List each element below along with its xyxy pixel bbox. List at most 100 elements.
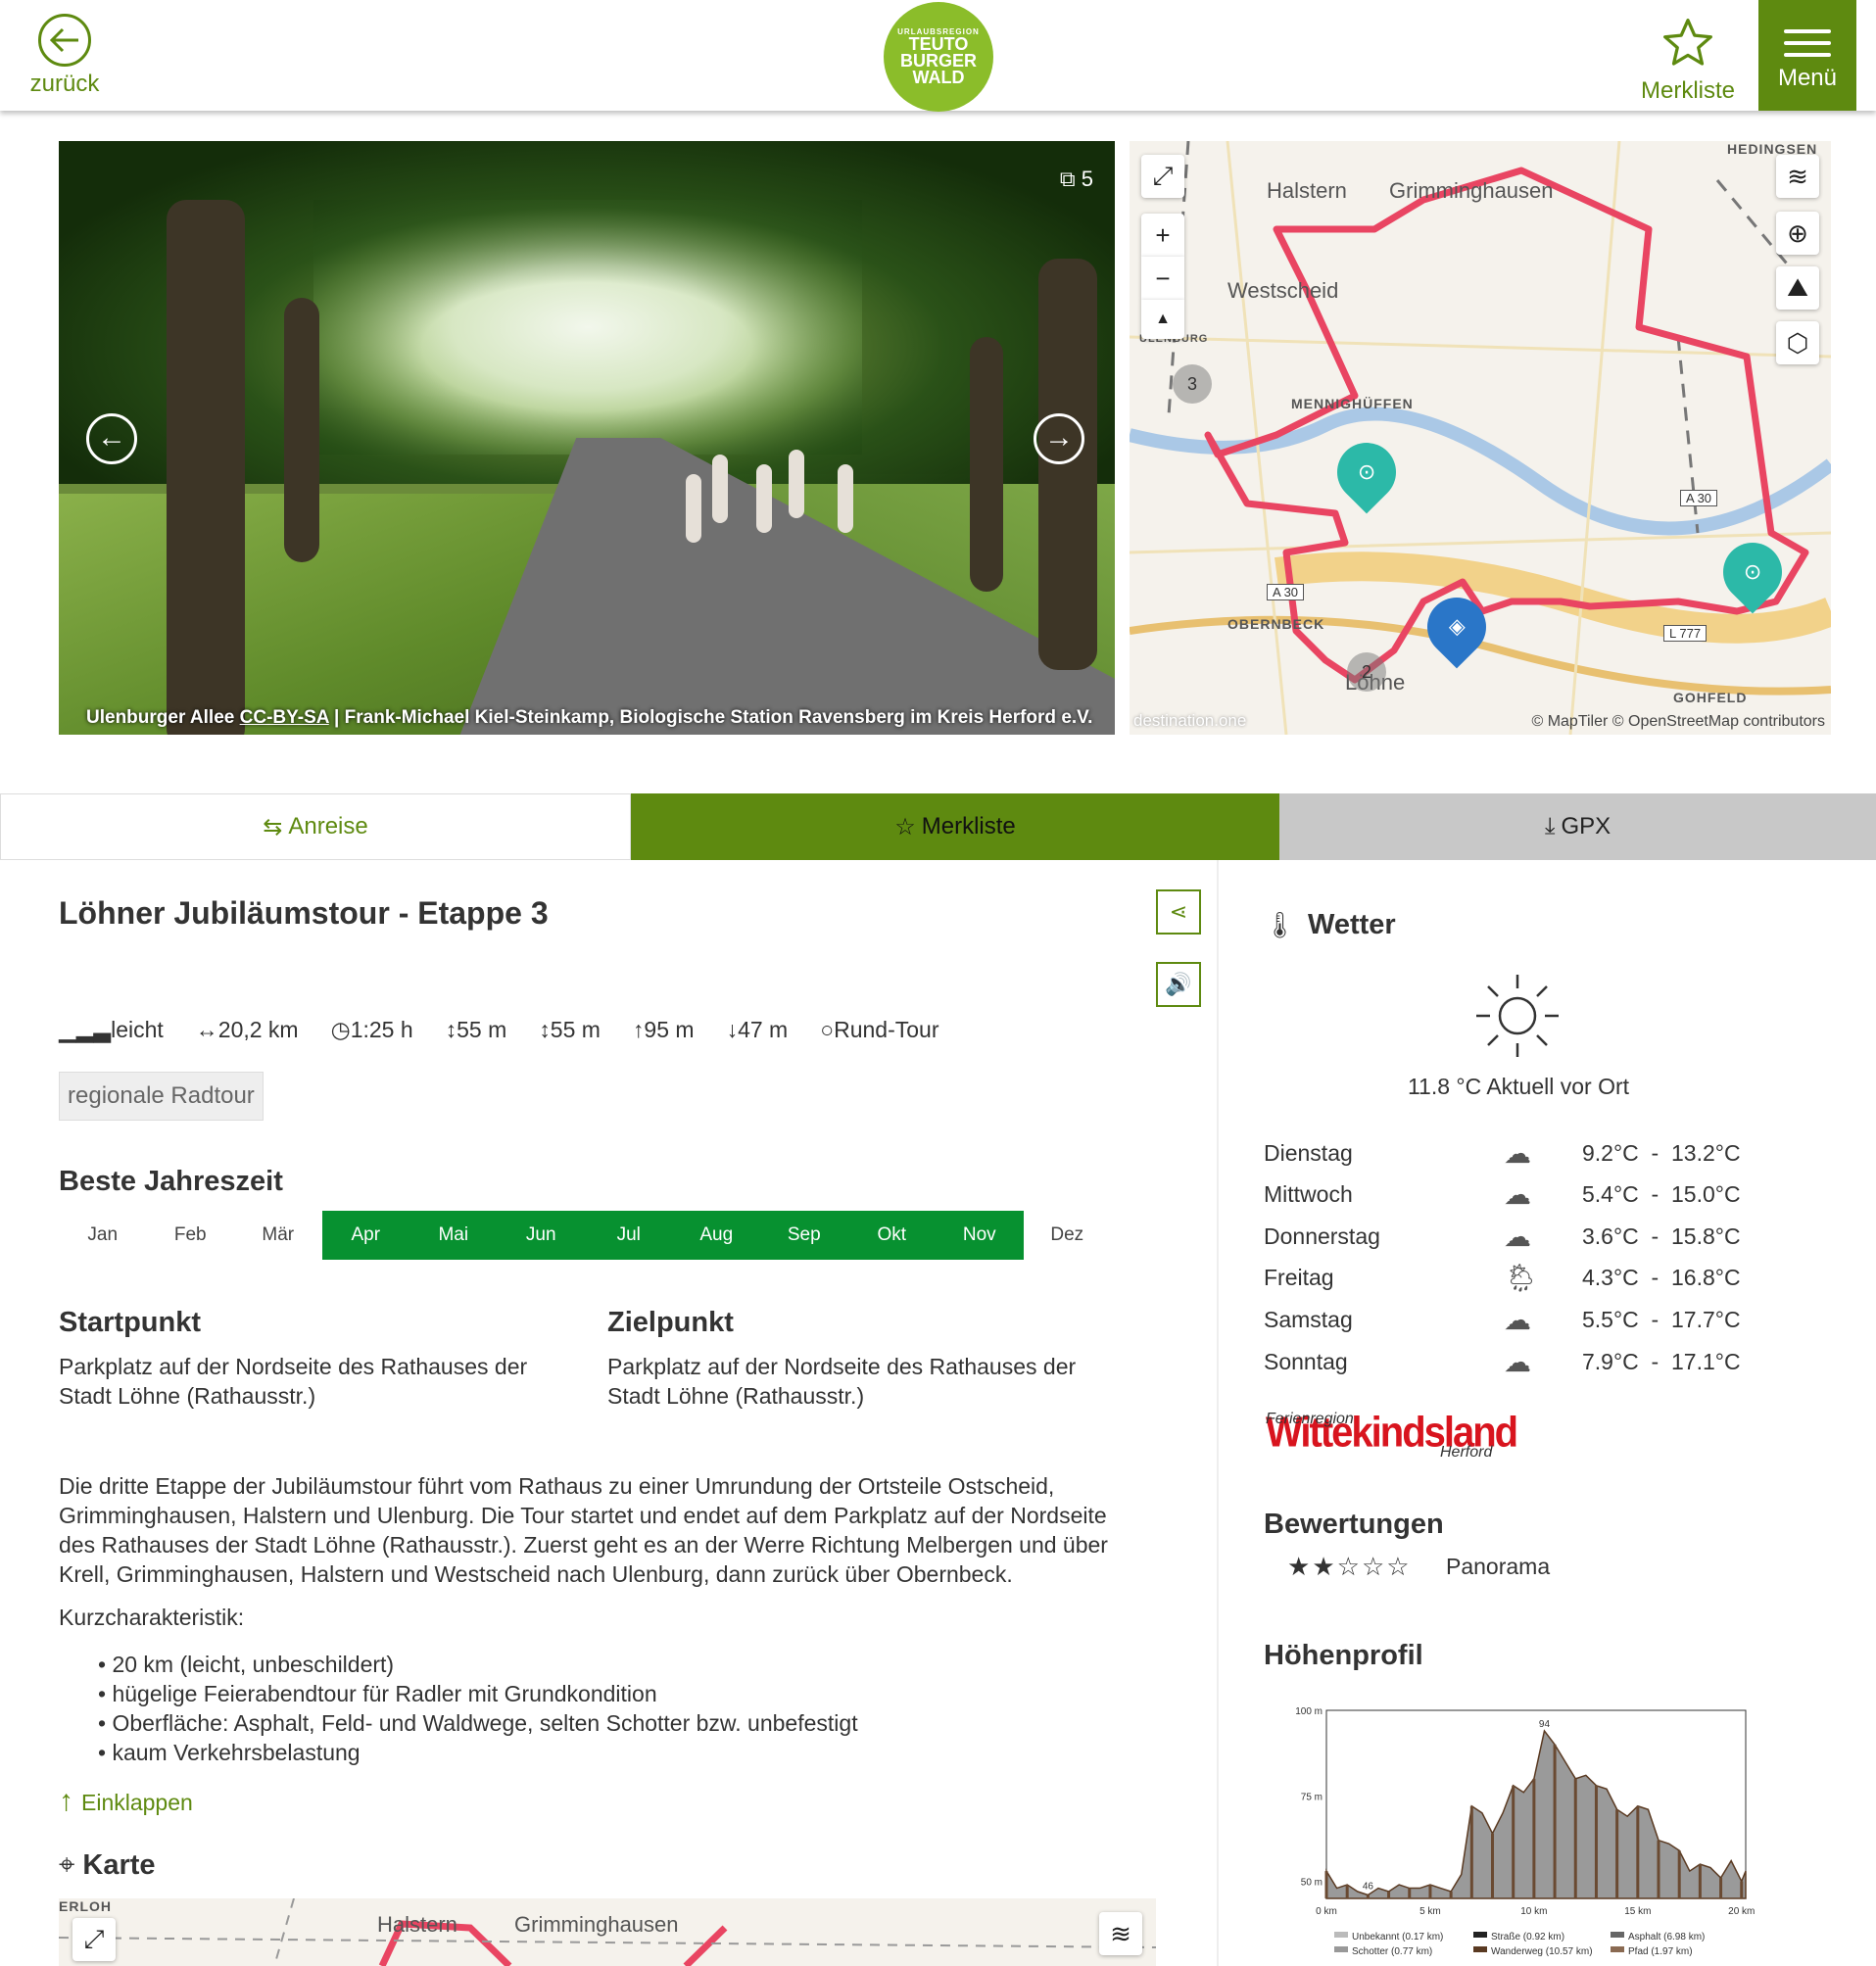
speaker-icon: 🔊 (1165, 972, 1192, 996)
map-attribution[interactable]: © MapTiler © OpenStreetMap contributors (1531, 713, 1825, 731)
map-label-mennighueffen: MENNIGHÜFFEN (1291, 396, 1414, 411)
photo-tree-trunk (970, 337, 1003, 592)
y-tick-label: 50 m (1301, 1878, 1323, 1889)
map-base (1130, 141, 1831, 735)
tour-map[interactable]: Halstern Grimminghausen Westscheid MENNI… (1130, 141, 1831, 735)
photo-gallery[interactable]: ⧉ 5 ← → Ulenburger Allee CC-BY-SA | Fran… (59, 141, 1115, 735)
gpx-download-button[interactable]: ⤓ GPX (1279, 793, 1876, 860)
list-item: hügelige Feierabendtour für Radler mit G… (98, 1679, 858, 1708)
y-tick-label: 75 m (1301, 1792, 1323, 1802)
map2-label: ERLOH (59, 1898, 112, 1914)
x-tick-label: 0 km (1316, 1906, 1337, 1917)
prev-photo-button[interactable]: ← (86, 413, 137, 464)
weather-day: Donnerstag (1264, 1223, 1380, 1249)
weather-temp-range: 5.5°C - 17.7°C (1582, 1306, 1741, 1332)
photo-count: ⧉ 5 (1060, 167, 1093, 192)
map-label-obernbeck: OBERNBECK (1227, 616, 1325, 632)
merkliste-button[interactable]: ☆ Merkliste (631, 793, 1279, 860)
menu-label: Menü (1777, 65, 1838, 91)
weather-min: 9.2°C (1582, 1139, 1639, 1166)
fullscreen-button[interactable]: ⤢ (1141, 155, 1184, 198)
legend-swatch (1334, 1932, 1348, 1938)
thermometer-icon: 🌡 (1264, 910, 1297, 939)
map-cluster[interactable]: 2 (1347, 652, 1386, 692)
download-icon: ⤓ (1544, 813, 1556, 839)
elevation-button[interactable]: ⛰ (1776, 266, 1819, 310)
north-arrow-icon: ▲ (1155, 311, 1171, 327)
weather-min: 5.5°C (1582, 1306, 1639, 1332)
x-tick-label: 15 km (1624, 1906, 1651, 1917)
anreise-button[interactable]: ⇆ Anreise (0, 793, 631, 860)
month-sep: Sep (760, 1211, 848, 1260)
menu-button[interactable]: Menü (1758, 0, 1856, 111)
stat-type: ○Rund-Tour (820, 1017, 938, 1043)
list-item: kaum Verkehrsbelastung (98, 1738, 858, 1767)
secondary-map[interactable]: ERLOH Halstern Grimminghausen ⤢ ≋ (59, 1898, 1156, 1966)
caption-title: Ulenburger Allee (86, 707, 235, 728)
sun-rain-icon: 🌦 (1504, 1263, 1539, 1294)
compass-icon: ◈ (1448, 614, 1466, 640)
map2-layers-button[interactable]: ≋ (1099, 1912, 1142, 1955)
category-tag[interactable]: regionale Radtour (59, 1072, 264, 1121)
action-bar: ⇆ Anreise ☆ Merkliste ⤓ GPX (0, 793, 1876, 860)
kurz-list: 20 km (leicht, unbeschildert) hügelige F… (98, 1650, 858, 1767)
next-photo-button[interactable]: → (1034, 413, 1084, 464)
month-aug: Aug (672, 1211, 760, 1260)
layers-icon: ≋ (1787, 161, 1808, 191)
end-text: Parkplatz auf der Nordseite des Rathause… (607, 1354, 1077, 1409)
logo-line-3: WALD (912, 68, 965, 87)
legend-label: Wanderweg (10.57 km) (1491, 1946, 1593, 1957)
season-months: Jan Feb Mär Apr Mai Jun Jul Aug Sep Okt Nov Dez (59, 1211, 1111, 1260)
crosshair-icon: ⊕ (1787, 217, 1808, 248)
collapse-button[interactable]: ↑ Einklappen (59, 1785, 193, 1818)
list-item: Oberfläche: Asphalt, Feld- und Waldwege,… (98, 1708, 857, 1738)
merkliste-header-button[interactable]: Merkliste (1634, 16, 1742, 105)
current-temperature: 11.8 °C Aktuell vor Ort (1407, 1074, 1630, 1099)
month-apr: Apr (321, 1211, 409, 1260)
share-button[interactable]: ⋖ (1156, 889, 1201, 935)
start-text: Parkplatz auf der Nordseite des Rathause… (59, 1354, 528, 1409)
weather-row: Dienstag ☁ 9.2°C - 13.2°C (1264, 1132, 1793, 1174)
max-annotation: 94 (1539, 1719, 1551, 1730)
weather-title: 🌡 Wetter (1264, 909, 1396, 941)
star-outline-icon (1634, 16, 1742, 77)
zoom-in-button[interactable]: + (1141, 214, 1184, 257)
stat-ascent: ↕55 m (446, 1017, 507, 1043)
zoom-out-button[interactable]: − (1141, 257, 1184, 300)
layers-icon: ≋ (1110, 1918, 1131, 1948)
map-section-label: Karte (82, 1849, 156, 1881)
cloud-icon: ☁ (1504, 1137, 1531, 1169)
reset-north-button[interactable]: ▲ (1141, 300, 1184, 339)
x-tick-label: 10 km (1520, 1906, 1547, 1917)
back-button[interactable]: zurück (27, 14, 102, 98)
month-nov: Nov (936, 1211, 1024, 1260)
collapse-label: Einklappen (81, 1790, 193, 1815)
site-logo[interactable]: URLAUBSREGION TEUTO BURGER WALD (884, 2, 993, 112)
map-label-grimminghausen: Grimminghausen (1389, 178, 1554, 203)
3d-view-button[interactable]: ⬡ (1776, 321, 1819, 364)
gallery-icon: ⧉ (1059, 167, 1076, 191)
max-height-value: 95 m (644, 1017, 695, 1042)
weather-day: Samstag (1264, 1306, 1353, 1332)
weather-row: Mittwoch ☁ 5.4°C - 15.0°C (1264, 1175, 1793, 1216)
legend-label: Asphalt (6.98 km) (1628, 1932, 1705, 1942)
month-mai: Mai (409, 1211, 498, 1260)
map-cluster[interactable]: 3 (1173, 364, 1212, 404)
page-title: Löhner Jubiläumstour - Etappe 3 (59, 895, 549, 931)
x-tick-label: 20 km (1728, 1906, 1755, 1917)
legend-swatch (1611, 1946, 1624, 1952)
photo-tree-trunk (1038, 259, 1097, 670)
caption-license-link[interactable]: CC-BY-SA (240, 707, 329, 728)
star-outline-icon: ☆ (894, 813, 916, 840)
map2-fullscreen-button[interactable]: ⤢ (72, 1918, 116, 1961)
read-aloud-button[interactable]: 🔊 (1156, 962, 1201, 1007)
locate-button[interactable]: ⊕ (1776, 212, 1819, 255)
weather-min: 7.9°C (1582, 1348, 1639, 1374)
weather-min: 5.4°C (1582, 1181, 1639, 1208)
weather-title-label: Wetter (1308, 909, 1396, 940)
stat-distance: ↔20,2 km (196, 1017, 299, 1043)
map-layers-button[interactable]: ≋ (1776, 155, 1819, 198)
start-title: Startpunkt (59, 1307, 201, 1338)
arrow-right-icon: → (1044, 421, 1074, 454)
cloud-icon: ☁ (1504, 1179, 1531, 1211)
